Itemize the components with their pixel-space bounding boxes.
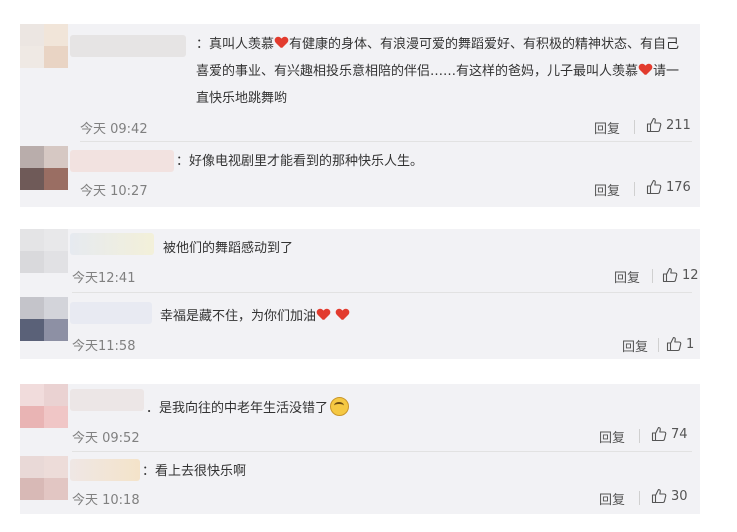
thumbs-up-icon [646,179,662,195]
avatar[interactable] [20,229,68,273]
comment-timestamp: 今天12:41 [72,271,136,286]
thumbs-up-icon [651,488,667,504]
avatar[interactable] [20,384,68,428]
action-separator [652,269,653,283]
thumbs-up-icon [666,336,682,352]
blurred-username[interactable] [70,35,186,57]
blurred-username[interactable] [70,389,144,411]
blurred-username[interactable] [70,459,140,481]
action-separator [634,120,635,134]
like-count: 176 [666,179,691,195]
like-count: 12 [682,267,699,283]
divider [72,451,692,452]
reply-text: 幸福是藏不住，为你们加油 [160,303,350,330]
heart-icon [275,37,288,49]
like-button[interactable]: 176 [646,179,691,195]
like-button[interactable]: 211 [646,117,691,133]
like-button[interactable]: 1 [666,336,694,352]
comment-text: ．是我向往的中老年生活没错了 [146,395,350,422]
blurred-username[interactable] [70,233,154,255]
avatar[interactable] [20,456,68,500]
like-count: 1 [686,336,695,352]
blurred-username[interactable] [70,150,174,172]
comment-text: ：真叫人羡慕 有健康的身体、有浪漫可爱的舞蹈爱好、有积极的精神状态、有自己喜爱的事… [196,31,692,112]
thumbs-up-icon [651,426,667,442]
reply-button[interactable]: 回复 [599,489,625,508]
avatar[interactable] [20,146,68,190]
like-button[interactable]: 74 [651,426,688,442]
reply-text-segment: 幸福是藏不住，为你们加油 [160,309,317,324]
comment-text: 被他们的舞蹈感动到了 [163,241,294,256]
reply-button[interactable]: 回复 [594,118,620,137]
comment-timestamp: 今天 09:42 [80,122,148,137]
blurred-username[interactable] [70,302,152,324]
comment-text-segment: ：真叫人羡慕 [196,37,275,52]
thumbs-up-icon [646,117,662,133]
like-button[interactable]: 12 [662,267,699,283]
reply-button[interactable]: 回复 [599,427,625,446]
comment-timestamp: 今天 09:52 [72,431,140,446]
like-button[interactable]: 30 [651,488,688,504]
laughing-emoji-icon [330,397,350,416]
reply-button[interactable]: 回复 [614,267,640,286]
like-count: 211 [666,117,691,133]
like-count: 74 [671,426,688,442]
divider [72,292,692,293]
avatar[interactable] [20,24,68,68]
heart-icon [317,309,330,321]
reply-text: ：看上去很快乐啊 [142,464,247,479]
thumbs-up-icon [662,267,678,283]
action-separator [658,338,659,352]
reply-text: ：好像电视剧里才能看到的那种快乐人生。 [176,154,424,169]
reply-timestamp: 今天 10:27 [80,184,148,199]
action-separator [639,491,640,505]
avatar[interactable] [20,297,68,341]
heart-icon [336,309,349,321]
reply-timestamp: 今天11:58 [72,339,136,354]
like-count: 30 [671,488,688,504]
reply-button[interactable]: 回复 [622,336,648,355]
action-separator [639,429,640,443]
reply-button[interactable]: 回复 [594,180,620,199]
action-separator [634,182,635,196]
heart-icon [639,64,652,76]
comment-text-segment: ．是我向往的中老年生活没错了 [146,401,329,416]
reply-timestamp: 今天 10:18 [72,493,140,508]
divider [80,141,692,142]
